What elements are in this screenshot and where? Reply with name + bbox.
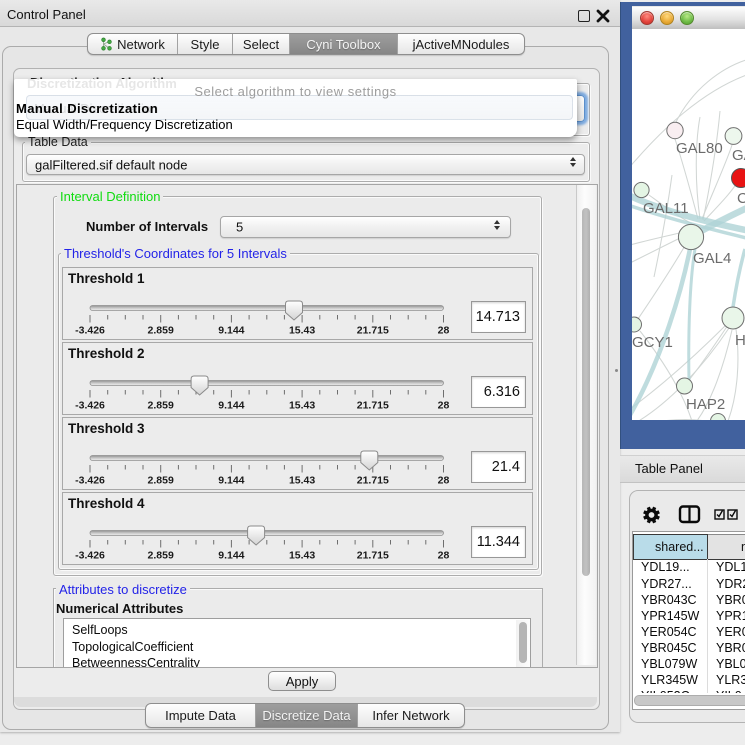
svg-text:9.144: 9.144 (218, 400, 244, 412)
svg-text:21.715: 21.715 (357, 400, 389, 412)
svg-text:GA: GA (732, 147, 745, 164)
svg-text:-3.426: -3.426 (75, 475, 105, 487)
svg-text:HAP2: HAP2 (686, 396, 725, 413)
svg-text:15.43: 15.43 (289, 550, 315, 562)
svg-text:28: 28 (438, 550, 450, 562)
svg-text:-3.426: -3.426 (75, 400, 105, 412)
svg-text:15.43: 15.43 (289, 475, 315, 487)
svg-text:15.43: 15.43 (289, 400, 315, 412)
svg-text:9.144: 9.144 (218, 325, 244, 337)
svg-text:9.144: 9.144 (218, 550, 244, 562)
svg-text:C: C (737, 190, 745, 207)
svg-text:28: 28 (438, 325, 450, 337)
svg-text:2.859: 2.859 (148, 400, 174, 412)
svg-text:GAL11: GAL11 (643, 200, 689, 217)
svg-text:-3.426: -3.426 (75, 325, 105, 337)
svg-text:2.859: 2.859 (148, 550, 174, 562)
svg-text:GAL4: GAL4 (693, 250, 731, 267)
svg-text:28: 28 (438, 475, 450, 487)
svg-text:28: 28 (438, 400, 450, 412)
svg-text:21.715: 21.715 (357, 325, 389, 337)
svg-text:GCY1: GCY1 (632, 334, 673, 351)
svg-text:21.715: 21.715 (357, 475, 389, 487)
svg-text:15.43: 15.43 (289, 325, 315, 337)
svg-text:21.715: 21.715 (357, 550, 389, 562)
svg-text:-3.426: -3.426 (75, 550, 105, 562)
svg-text:2.859: 2.859 (148, 475, 174, 487)
svg-text:GAL80: GAL80 (676, 140, 723, 157)
svg-text:9.144: 9.144 (218, 475, 244, 487)
svg-text:2.859: 2.859 (148, 325, 174, 337)
svg-text:H: H (735, 332, 745, 349)
